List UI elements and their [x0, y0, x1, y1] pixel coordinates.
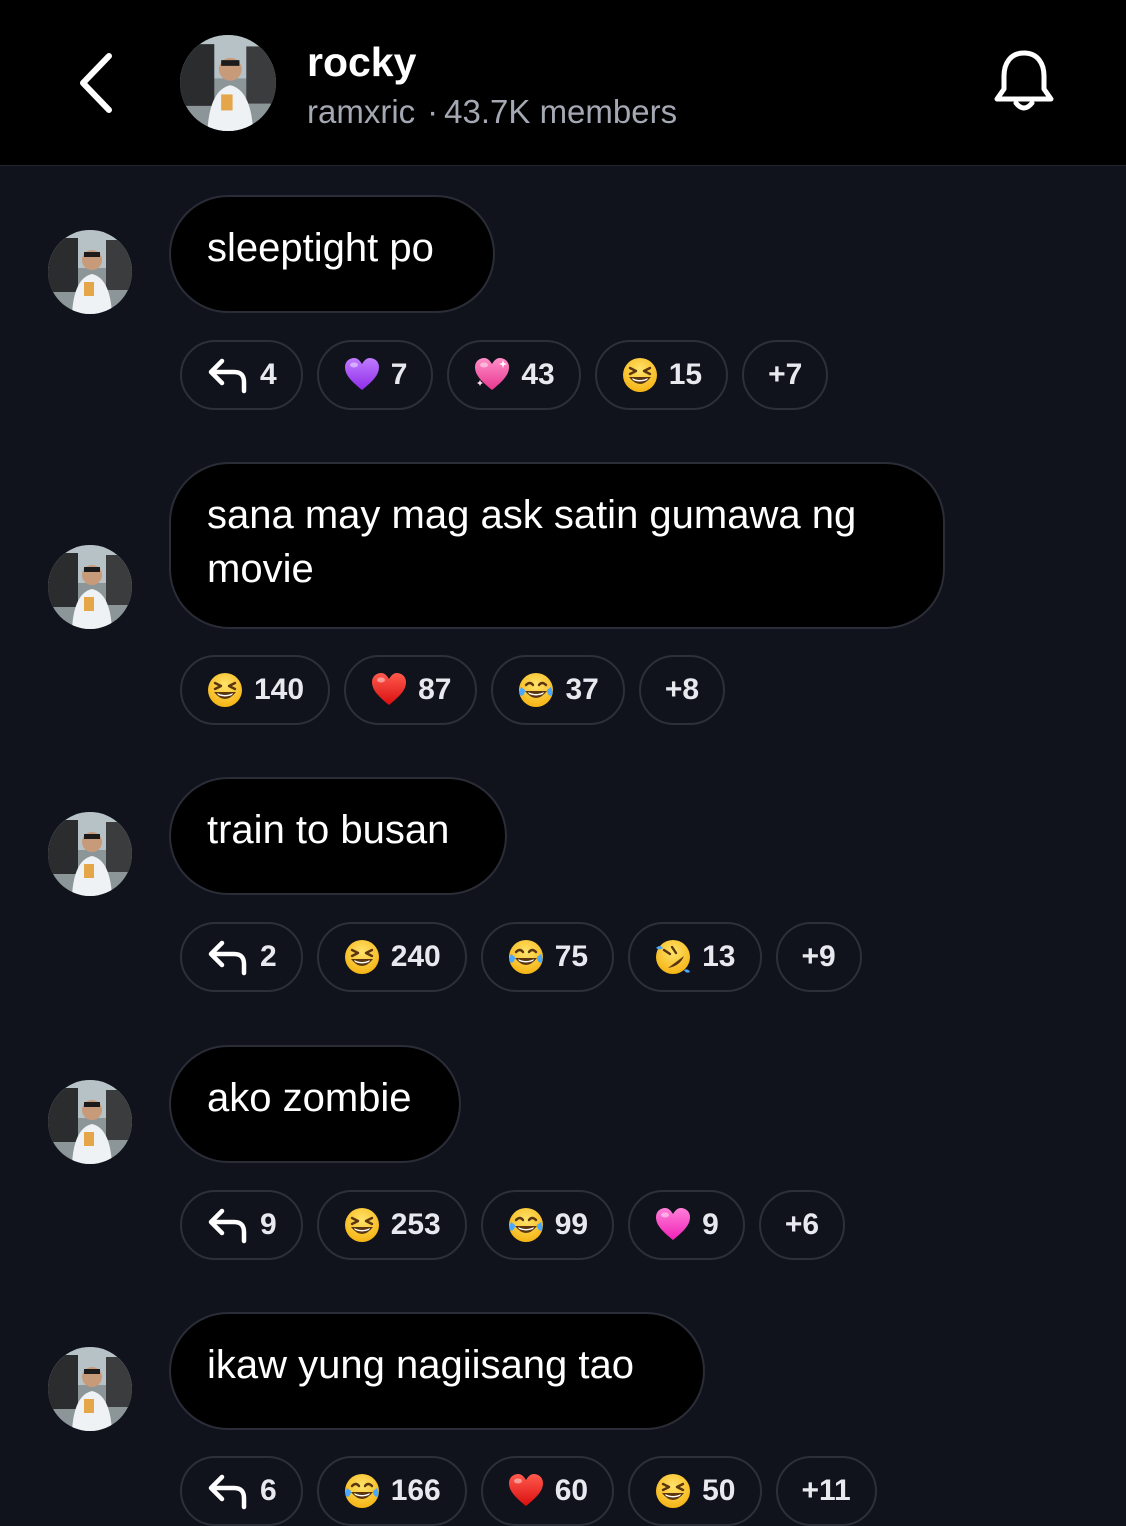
reaction-count: 7 [390, 358, 408, 391]
reply-chip[interactable]: 2 [180, 922, 303, 992]
avatar[interactable] [48, 1347, 132, 1431]
channel-username: ramxric [307, 93, 416, 130]
reaction-chip[interactable]: 15 [594, 340, 729, 410]
sparkling-heart-icon [475, 358, 510, 390]
reaction-count: 140 [254, 673, 305, 706]
reaction-count: 43 [521, 358, 555, 391]
reaction-bar: 6 166 60 50 +11 [180, 1456, 877, 1526]
message-bubble[interactable]: sana may mag ask satin gumawa ng movie [169, 462, 945, 629]
reaction-count: 50 [702, 1474, 736, 1507]
reply-count: 2 [260, 940, 277, 973]
back-button[interactable] [60, 45, 130, 121]
channel-title[interactable]: rocky [307, 38, 416, 86]
grinning-squinting-face-icon [622, 358, 657, 392]
tears-of-joy-face-icon [508, 1208, 543, 1242]
avatar[interactable] [48, 545, 132, 629]
reply-icon [208, 940, 247, 976]
avatar-photo [48, 1080, 132, 1164]
reaction-chip[interactable]: 9 [628, 1190, 745, 1260]
reply-count: 9 [260, 1208, 277, 1241]
reply-icon [208, 1208, 247, 1244]
purple-heart-icon [344, 358, 379, 390]
reaction-chip[interactable]: 43 [447, 340, 581, 410]
tears-of-joy-face-icon [508, 940, 543, 974]
reaction-chip[interactable]: 75 [480, 922, 615, 992]
reaction-chip[interactable]: 87 [344, 655, 478, 725]
grinning-squinting-face-icon [344, 1208, 379, 1242]
reaction-chip[interactable]: 166 [316, 1456, 467, 1526]
reaction-count: 166 [390, 1474, 441, 1507]
chevron-left-icon [80, 53, 112, 113]
reply-chip[interactable]: 4 [180, 340, 303, 410]
reaction-count: 75 [554, 940, 589, 973]
bell-icon [994, 50, 1054, 111]
more-reactions-chip[interactable]: +8 [638, 655, 726, 725]
reaction-chip[interactable]: 13 [628, 922, 762, 992]
reaction-count: 9 [702, 1208, 719, 1241]
more-reactions-count: +6 [784, 1208, 820, 1241]
message-bubble[interactable]: ako zombie [169, 1045, 461, 1163]
member-count: 43.7K members [444, 93, 678, 130]
reply-count: 4 [260, 358, 277, 391]
message-bubble[interactable]: train to busan [169, 777, 507, 895]
reaction-chip[interactable]: 7 [316, 340, 434, 410]
reaction-chip[interactable]: 253 [316, 1190, 467, 1260]
avatar[interactable] [48, 230, 132, 314]
chat-header: rocky ramxric · 43.7K members [0, 0, 1126, 166]
reaction-count: 13 [702, 940, 736, 973]
more-reactions-count: +8 [664, 673, 700, 706]
reaction-count: 60 [554, 1474, 589, 1507]
reaction-bar: 140 87 37 +8 [180, 655, 726, 725]
reaction-count: 240 [390, 940, 441, 973]
avatar-photo [48, 1347, 132, 1431]
reaction-count: 253 [390, 1208, 441, 1241]
reaction-chip[interactable]: 50 [628, 1456, 762, 1526]
grinning-squinting-face-icon [656, 1474, 691, 1508]
reaction-bar: 2 240 75 13 +9 [180, 922, 862, 992]
more-reactions-count: +11 [801, 1474, 851, 1507]
avatar-photo [48, 545, 132, 629]
tears-of-joy-face-icon [344, 1474, 379, 1508]
reply-count: 6 [260, 1474, 277, 1507]
reply-chip[interactable]: 6 [180, 1456, 303, 1526]
avatar-photo [48, 230, 132, 314]
reaction-bar: 9 253 99 9 +6 [180, 1190, 846, 1260]
reaction-count: 37 [565, 673, 599, 706]
more-reactions-count: +7 [768, 358, 803, 391]
reaction-chip[interactable]: 60 [480, 1456, 615, 1526]
reply-icon [208, 358, 247, 394]
reaction-chip[interactable]: 140 [180, 655, 331, 725]
more-reactions-chip[interactable]: +6 [758, 1190, 846, 1260]
tears-of-joy-face-icon [519, 673, 554, 707]
reaction-chip[interactable]: 37 [491, 655, 625, 725]
red-heart-icon [508, 1474, 543, 1506]
more-reactions-count: +9 [801, 940, 836, 973]
notifications-button[interactable] [984, 40, 1064, 124]
reaction-bar: 4 7 43 15 +7 [180, 340, 829, 410]
reaction-count: 15 [668, 358, 703, 391]
more-reactions-chip[interactable]: +11 [775, 1456, 877, 1526]
message-bubble[interactable]: sleeptight po [169, 195, 495, 313]
more-reactions-chip[interactable]: +7 [742, 340, 829, 410]
grinning-squinting-face-icon [208, 673, 242, 707]
reply-chip[interactable]: 9 [180, 1190, 303, 1260]
separator-dot: · [427, 93, 439, 130]
reaction-count: 99 [554, 1208, 589, 1241]
rolling-laughing-face-icon [656, 940, 691, 974]
more-reactions-chip[interactable]: +9 [775, 922, 862, 992]
avatar[interactable] [48, 1080, 132, 1164]
reaction-chip[interactable]: 240 [316, 922, 467, 992]
channel-subtitle: ramxric · 43.7K members [307, 92, 677, 132]
avatar[interactable] [48, 812, 132, 896]
red-heart-icon [372, 673, 407, 705]
reaction-count: 87 [418, 673, 452, 706]
reaction-chip[interactable]: 99 [480, 1190, 615, 1260]
avatar-photo [48, 812, 132, 896]
grinning-squinting-face-icon [344, 940, 379, 974]
channel-avatar[interactable] [180, 35, 276, 131]
pink-heart-icon [656, 1208, 691, 1240]
reply-icon [208, 1474, 247, 1510]
message-bubble[interactable]: ikaw yung nagiisang tao [169, 1312, 705, 1430]
